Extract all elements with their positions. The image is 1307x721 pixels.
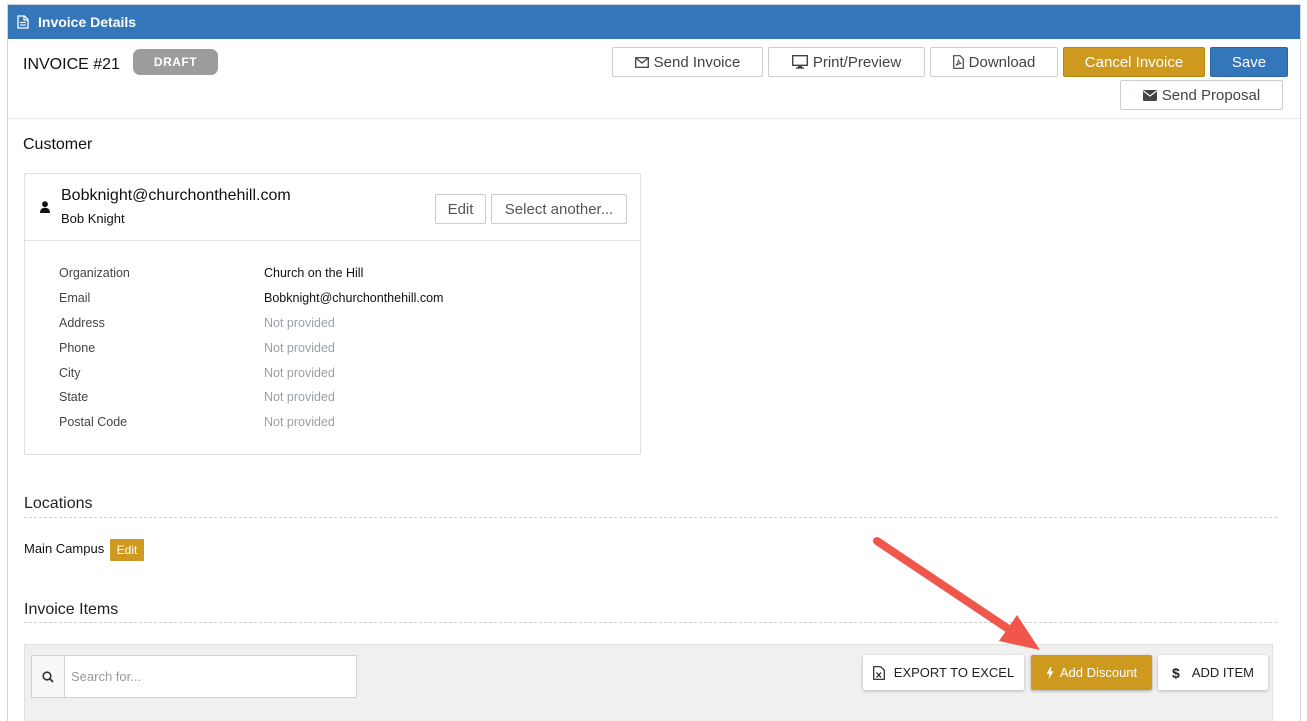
annotation-arrow	[873, 537, 1040, 650]
